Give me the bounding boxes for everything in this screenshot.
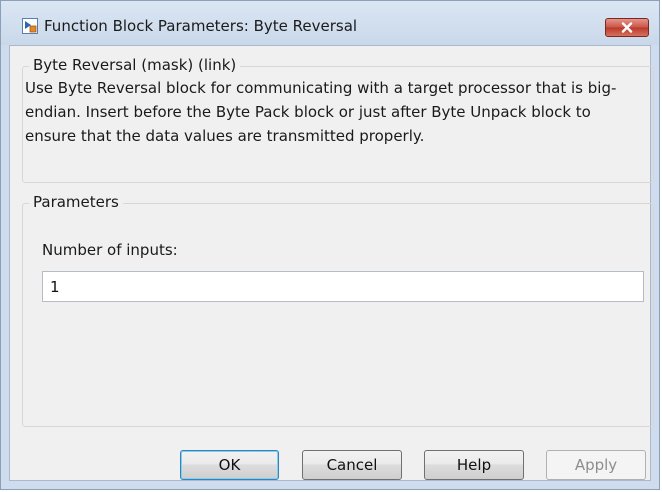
dialog-body: Byte Reversal (mask) (link) Use Byte Rev… [9,45,654,481]
parameters-group-title: Parameters [29,193,123,211]
dialog-window: Function Block Parameters: Byte Reversal… [0,0,660,490]
simulink-block-icon [22,18,38,34]
close-icon [621,22,633,33]
apply-button[interactable]: Apply [546,450,646,480]
help-button[interactable]: Help [424,450,524,480]
parameters-group: Parameters Number of inputs: [22,193,654,427]
close-button[interactable] [605,18,649,37]
number-of-inputs-field[interactable] [42,271,644,302]
block-description: Use Byte Reversal block for communicatin… [25,79,617,145]
cancel-button[interactable]: Cancel [302,450,402,480]
ok-button[interactable]: OK [180,450,279,480]
title-bar[interactable]: Function Block Parameters: Byte Reversal [1,1,659,45]
description-group-title: Byte Reversal (mask) (link) [29,56,241,74]
window-title: Function Block Parameters: Byte Reversal [44,17,358,35]
number-of-inputs-label: Number of inputs: [42,241,178,259]
